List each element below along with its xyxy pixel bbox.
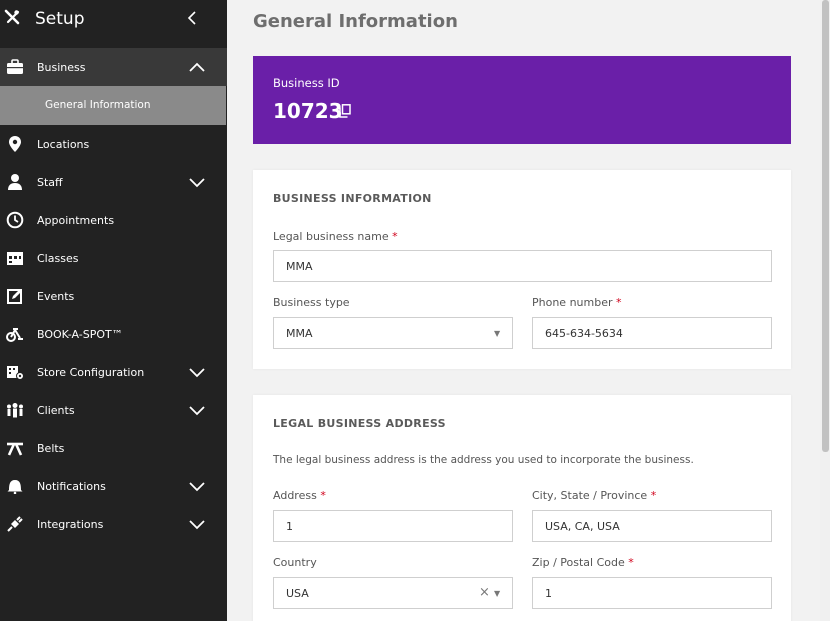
sidebar-item-locations[interactable]: Locations — [0, 125, 227, 163]
belt-icon — [6, 439, 24, 457]
sidebar-item-label: Clients — [37, 403, 75, 417]
plug-icon — [6, 515, 24, 533]
legal-name-input[interactable]: MMA — [273, 250, 772, 282]
chevron-down-icon[interactable] — [188, 480, 206, 492]
sidebar-item-label: Belts — [37, 441, 65, 455]
zip-label: Zip / Postal Code * — [532, 556, 634, 569]
page-title: General Information — [253, 11, 458, 32]
scrollbar[interactable] — [820, 0, 830, 621]
sidebar-subitem-label: General Information — [45, 99, 151, 111]
tools-icon — [4, 9, 20, 25]
person-icon — [6, 173, 24, 191]
sidebar-item-business[interactable]: Business — [0, 48, 227, 86]
section-title: LEGAL BUSINESS ADDRESS — [273, 417, 446, 430]
city-input[interactable]: USA, CA, USA — [532, 510, 772, 542]
store-icon — [6, 363, 24, 381]
business-id-label: Business ID — [273, 76, 340, 90]
section-description: The legal business address is the addres… — [273, 454, 694, 466]
chevron-down-icon[interactable] — [188, 518, 206, 530]
caret-down-icon: ▼ — [494, 329, 501, 338]
sidebar-item-staff[interactable]: Staff — [0, 163, 227, 201]
legal-name-label: Legal business name * — [273, 230, 398, 243]
sidebar-item-label: Staff — [37, 175, 63, 189]
sidebar-item-label: Locations — [37, 137, 90, 151]
sidebar-item-book-a-spot[interactable]: BOOK-A-SPOT™ — [0, 315, 227, 353]
chevron-down-icon[interactable] — [188, 176, 206, 188]
address-input[interactable]: 1 — [273, 510, 513, 542]
chevron-down-icon[interactable] — [188, 366, 206, 378]
sidebar-item-belts[interactable]: Belts — [0, 429, 227, 467]
country-select[interactable]: USA × ▼ — [273, 577, 513, 609]
business-id-card: Business ID 10723 — [253, 56, 791, 144]
business-type-select[interactable]: MMA ▼ — [273, 317, 513, 349]
group-icon — [6, 401, 24, 419]
phone-label: Phone number * — [532, 296, 622, 309]
bell-icon — [6, 477, 24, 495]
section-title: BUSINESS INFORMATION — [273, 192, 432, 205]
sidebar-item-label: Business — [37, 60, 86, 74]
sidebar-item-label: BOOK-A-SPOT™ — [37, 327, 123, 341]
address-label: Address * — [273, 489, 326, 502]
sidebar-title: Setup — [35, 9, 85, 29]
sidebar-header: Setup — [0, 0, 227, 38]
sidebar-item-clients[interactable]: Clients — [0, 391, 227, 429]
scrollbar-thumb[interactable] — [822, 0, 829, 452]
main-content: General Information Business ID 10723 BU… — [227, 0, 820, 621]
clock-icon — [6, 211, 24, 229]
map-pin-icon — [6, 135, 24, 153]
edit-icon — [6, 287, 24, 305]
briefcase-icon — [6, 58, 24, 76]
sidebar-item-label: Appointments — [37, 213, 115, 227]
sidebar-item-store-configuration[interactable]: Store Configuration — [0, 353, 227, 391]
sidebar-item-label: Integrations — [37, 517, 104, 531]
business-id-value: 10723 — [273, 99, 343, 123]
sidebar-item-events[interactable]: Events — [0, 277, 227, 315]
sidebar-subitem-general-information[interactable]: General Information — [0, 86, 226, 125]
sidebar-item-label: Events — [37, 289, 75, 303]
bike-icon — [6, 325, 24, 343]
legal-business-address-card: LEGAL BUSINESS ADDRESS The legal busines… — [253, 395, 791, 621]
sidebar-item-classes[interactable]: Classes — [0, 239, 227, 277]
sidebar-item-notifications[interactable]: Notifications — [0, 467, 227, 505]
chevron-down-icon[interactable] — [188, 404, 206, 416]
calendar-icon — [6, 249, 24, 267]
chevron-up-icon[interactable] — [188, 61, 206, 73]
sidebar-item-label: Store Configuration — [37, 365, 145, 379]
sidebar-item-integrations[interactable]: Integrations — [0, 505, 227, 543]
caret-down-icon: ▼ — [494, 589, 501, 598]
country-label: Country — [273, 556, 317, 569]
clear-icon[interactable]: × — [479, 585, 490, 600]
chevron-left-icon[interactable] — [186, 10, 198, 26]
sidebar-item-label: Classes — [37, 251, 79, 265]
sidebar-item-label: Notifications — [37, 479, 106, 493]
zip-input[interactable]: 1 — [532, 577, 772, 609]
phone-input[interactable]: 645-634-5634 — [532, 317, 772, 349]
sidebar: Setup Business General Information Locat… — [0, 0, 227, 621]
city-label: City, State / Province * — [532, 489, 657, 502]
business-information-card: BUSINESS INFORMATION Legal business name… — [253, 170, 791, 369]
business-type-label: Business type — [273, 296, 350, 309]
sidebar-item-appointments[interactable]: Appointments — [0, 201, 227, 239]
copy-icon[interactable] — [339, 104, 351, 118]
